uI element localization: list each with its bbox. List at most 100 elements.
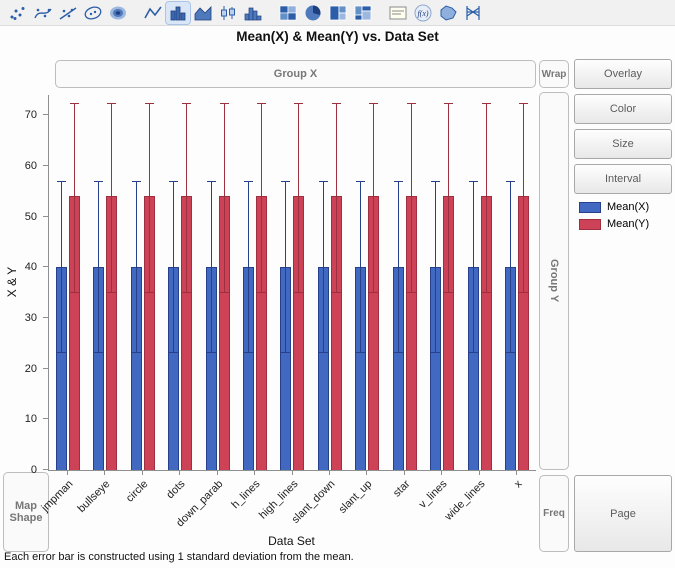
treemap-icon[interactable] bbox=[326, 2, 350, 24]
error-bar bbox=[256, 103, 267, 293]
heatmap-icon[interactable] bbox=[276, 2, 300, 24]
legend-swatch bbox=[579, 202, 601, 213]
error-bar bbox=[181, 103, 192, 293]
category-group bbox=[161, 95, 198, 470]
category-group bbox=[424, 95, 461, 470]
group-y-label: Group Y bbox=[548, 259, 560, 302]
error-bar bbox=[106, 103, 117, 293]
drop-zone-overlay[interactable]: Overlay bbox=[574, 59, 672, 89]
y-tick-label: 0 bbox=[31, 464, 37, 476]
error-bar-note: Each error bar is constructed using 1 st… bbox=[4, 551, 354, 563]
formula-icon[interactable]: f(x) bbox=[411, 2, 435, 24]
x-axis-title: Data Set bbox=[48, 534, 535, 548]
parallel-icon[interactable] bbox=[461, 2, 485, 24]
graph-builder-window: f(x) Mean(X) & Mean(Y) vs. Data Set Grou… bbox=[0, 0, 675, 568]
error-bar bbox=[293, 103, 304, 293]
category-group bbox=[311, 95, 348, 470]
x-tick-mark bbox=[104, 471, 105, 475]
x-tick-label: h_lines bbox=[229, 478, 262, 511]
fit-line-icon[interactable] bbox=[56, 2, 80, 24]
error-bar bbox=[93, 181, 104, 353]
y-tick-label: 50 bbox=[25, 211, 37, 223]
group-x-label: Group X bbox=[274, 68, 317, 80]
category-group bbox=[349, 95, 386, 470]
category-group bbox=[386, 95, 423, 470]
x-tick-mark bbox=[479, 471, 480, 475]
ellipse-icon[interactable] bbox=[81, 2, 105, 24]
box-plot-icon[interactable] bbox=[216, 2, 240, 24]
x-tick-mark bbox=[142, 471, 143, 475]
x-tick-mark bbox=[254, 471, 255, 475]
x-tick-label: star bbox=[391, 478, 412, 499]
caption-box-icon[interactable] bbox=[386, 2, 410, 24]
error-bar bbox=[69, 103, 80, 293]
error-bar bbox=[468, 181, 479, 353]
error-bar bbox=[168, 181, 179, 353]
mosaic-icon[interactable] bbox=[351, 2, 375, 24]
error-bar bbox=[331, 103, 342, 293]
error-bar bbox=[131, 181, 142, 353]
category-group bbox=[124, 95, 161, 470]
x-tick-label: v_lines bbox=[417, 478, 450, 511]
error-bar bbox=[443, 103, 454, 293]
x-tick-label: slant_up bbox=[337, 478, 375, 516]
drop-zone-color[interactable]: Color bbox=[574, 94, 672, 124]
drop-zone-map-shape[interactable]: Map Shape bbox=[3, 472, 49, 552]
chart-title: Mean(X) & Mean(Y) vs. Data Set bbox=[0, 29, 675, 44]
drop-zone-interval[interactable]: Interval bbox=[574, 164, 672, 194]
pie-chart-icon[interactable] bbox=[301, 2, 325, 24]
x-tick-mark bbox=[516, 471, 517, 475]
plot-area[interactable] bbox=[48, 95, 536, 471]
y-tick-label: 10 bbox=[25, 413, 37, 425]
drop-zone-page[interactable]: Page bbox=[574, 475, 672, 552]
error-bar bbox=[243, 181, 254, 353]
category-group bbox=[236, 95, 273, 470]
y-tick-label: 70 bbox=[25, 109, 37, 121]
legend-swatch bbox=[579, 219, 601, 230]
drop-zone-freq[interactable]: Freq bbox=[539, 475, 569, 552]
error-bar bbox=[206, 181, 217, 353]
x-tick-mark bbox=[441, 471, 442, 475]
x-tick-label: wide_lines bbox=[442, 478, 487, 523]
x-tick-mark bbox=[329, 471, 330, 475]
category-group bbox=[49, 95, 86, 470]
drop-zone-size[interactable]: Size bbox=[574, 129, 672, 159]
y-tick-label: 40 bbox=[25, 261, 37, 273]
x-tick-label: x bbox=[512, 478, 524, 490]
area-chart-icon[interactable] bbox=[191, 2, 215, 24]
legend-label: Mean(Y) bbox=[607, 218, 649, 230]
contour-icon[interactable] bbox=[106, 2, 130, 24]
x-tick-mark bbox=[366, 471, 367, 475]
toolbar: f(x) bbox=[0, 0, 675, 26]
histogram-icon[interactable] bbox=[241, 2, 265, 24]
smoother-icon[interactable] bbox=[31, 2, 55, 24]
error-bar bbox=[505, 181, 516, 353]
svg-text:f(x): f(x) bbox=[417, 9, 428, 18]
drop-zone-wrap[interactable]: Wrap bbox=[539, 60, 569, 88]
error-bar bbox=[144, 103, 155, 293]
legend-label: Mean(X) bbox=[607, 201, 649, 213]
x-tick-mark bbox=[404, 471, 405, 475]
drop-zone-group-x[interactable]: Group X bbox=[55, 60, 536, 88]
x-tick-label: circle bbox=[123, 478, 150, 505]
legend-item[interactable]: Mean(Y) bbox=[579, 218, 649, 230]
error-bar bbox=[368, 103, 379, 293]
category-group bbox=[274, 95, 311, 470]
x-tick-mark bbox=[292, 471, 293, 475]
x-tick-label: bullseye bbox=[76, 478, 113, 515]
freq-label: Freq bbox=[543, 508, 565, 519]
error-bar bbox=[406, 103, 417, 293]
map-shape-icon[interactable] bbox=[436, 2, 460, 24]
bar-chart-icon[interactable] bbox=[166, 2, 190, 24]
y-axis-title: X & Y bbox=[5, 267, 19, 297]
category-group bbox=[499, 95, 536, 470]
y-tick-label: 30 bbox=[25, 312, 37, 324]
error-bar bbox=[430, 181, 441, 353]
legend-item[interactable]: Mean(X) bbox=[579, 201, 649, 213]
category-group bbox=[199, 95, 236, 470]
x-tick-label: dots bbox=[164, 478, 187, 501]
line-chart-icon[interactable] bbox=[141, 2, 165, 24]
drop-zone-group-y[interactable]: Group Y bbox=[539, 92, 569, 470]
x-tick-mark bbox=[67, 471, 68, 475]
scatter-icon[interactable] bbox=[6, 2, 30, 24]
